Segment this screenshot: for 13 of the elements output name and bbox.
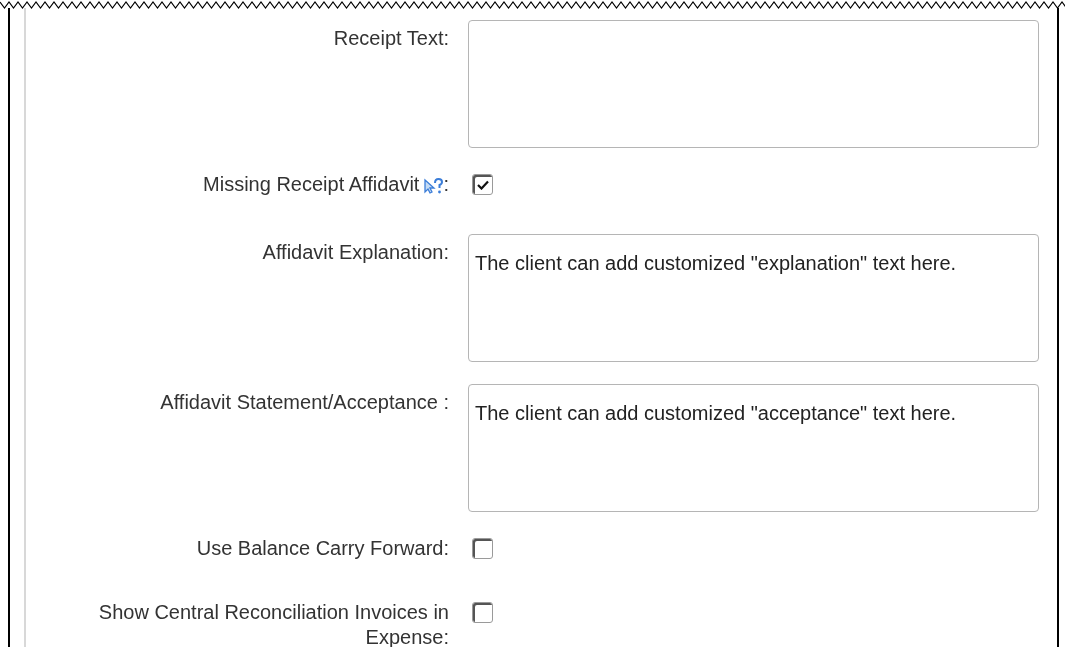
text-area[interactable]: The client can add customized "acceptance" text here. [468,384,1039,512]
checkbox[interactable] [472,602,493,623]
field-label: Affidavit Explanation: [262,241,449,263]
checkmark-icon [476,179,489,190]
field-label: Receipt Text: [333,27,449,49]
field-label: Missing Receipt Affidavit [203,173,420,195]
label-colon: : [443,173,449,195]
text-area[interactable]: The client can add customized "explanation" text here. [468,234,1039,362]
help-pointer-icon[interactable] [423,176,444,195]
checkbox[interactable] [472,174,493,195]
field-label: Affidavit Statement/Acceptance : [160,391,449,413]
checkbox[interactable] [472,538,493,559]
field-label: Use Balance Carry Forward: [196,537,449,559]
